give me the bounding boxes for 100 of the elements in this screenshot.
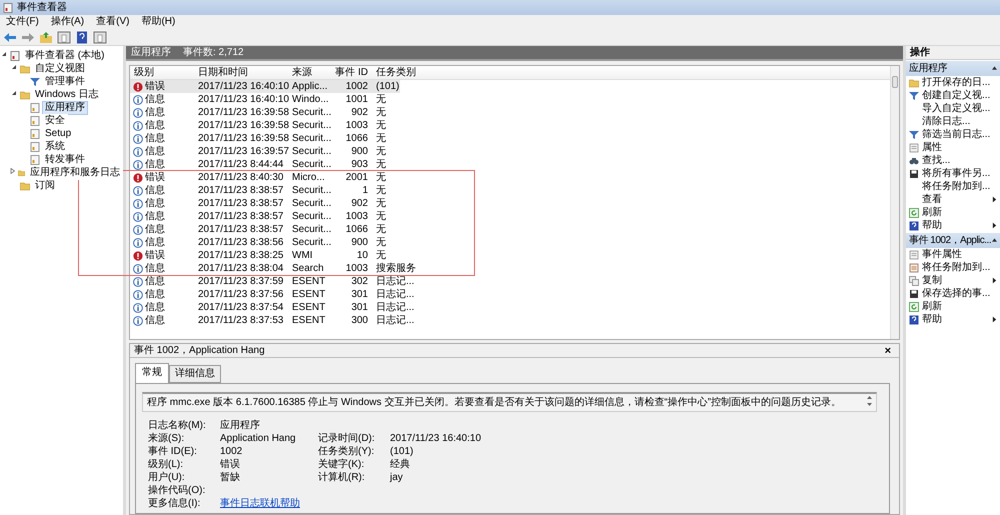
action-item[interactable]: 导入自定义视... bbox=[906, 102, 1000, 115]
event-message: 程序 mmc.exe 版本 6.1.7600.16385 停止与 Windows 交互并已关闭。若要查看是否有关于该问题的详细信息，请检查“操作中心”控制面板中的问题历史记录。 bbox=[147, 396, 841, 409]
info-icon bbox=[133, 134, 143, 144]
table-cell: 信息 bbox=[145, 158, 165, 171]
tree-item[interactable]: 转发事件 bbox=[42, 152, 88, 166]
forward-arrow-icon[interactable] bbox=[21, 30, 35, 44]
tab[interactable]: 常规 bbox=[135, 363, 169, 383]
expand-arrow-icon[interactable] bbox=[10, 168, 16, 174]
action-label: 将任务附加到... bbox=[922, 180, 992, 192]
table-cell-text: 无 bbox=[375, 106, 387, 119]
action-item[interactable]: 查看 bbox=[906, 193, 1000, 206]
field-value: 1002 bbox=[220, 446, 244, 458]
table-cell-text: 1002 bbox=[344, 80, 369, 93]
help-icon[interactable] bbox=[75, 30, 89, 44]
action-item[interactable]: 帮助 bbox=[906, 219, 1000, 232]
table-cell-text: 1 bbox=[361, 184, 369, 197]
action-item[interactable]: 刷新 bbox=[906, 300, 1000, 313]
action-item[interactable]: 复制 bbox=[906, 274, 1000, 287]
tree-item[interactable]: 应用程序和服务日志 bbox=[27, 166, 123, 180]
tree-item[interactable]: Windows 日志 bbox=[32, 88, 102, 102]
collapse-arrow-icon[interactable] bbox=[11, 90, 17, 96]
spinner-arrows-icon[interactable] bbox=[867, 396, 872, 406]
table-cell-text: 2017/11/23 8:38:56 bbox=[197, 236, 284, 249]
table-cell-text: 2017/11/23 16:39:58 bbox=[197, 119, 288, 132]
table-cell: 信息 bbox=[145, 145, 165, 158]
scrollbar[interactable] bbox=[890, 66, 899, 339]
table-cell-text: Securit... bbox=[291, 132, 332, 145]
action-item[interactable]: 创建自定义视... bbox=[906, 89, 1000, 102]
pane-title: 操作 bbox=[910, 46, 930, 58]
table-cell: 错误 bbox=[145, 249, 165, 262]
window-title: 事件查看器 bbox=[17, 2, 67, 14]
action-item[interactable]: 刷新 bbox=[906, 206, 1000, 219]
action-item[interactable]: 打开保存的日... bbox=[906, 76, 1000, 89]
table-cell-text: 日志记... bbox=[375, 275, 414, 288]
table-cell: 信息 bbox=[145, 93, 165, 106]
tree-item[interactable]: 系统 bbox=[42, 140, 68, 154]
info-icon bbox=[133, 186, 143, 196]
table-cell: 信息 bbox=[145, 236, 165, 249]
save-icon bbox=[909, 288, 919, 298]
table-cell-text: Windo... bbox=[291, 93, 330, 106]
table-cell-text: (101) bbox=[375, 80, 400, 93]
log-icon bbox=[30, 116, 40, 126]
action-label: 筛选当前日志... bbox=[922, 128, 992, 140]
table-cell-text: 10 bbox=[356, 249, 369, 262]
info-icon bbox=[133, 160, 143, 170]
column-header[interactable]: 级别 bbox=[130, 66, 194, 80]
action-item[interactable]: 查找... bbox=[906, 154, 1000, 167]
table-cell-text: Securit... bbox=[291, 119, 332, 132]
tree-item[interactable]: 管理事件 bbox=[42, 74, 88, 88]
tree-item[interactable]: 安全 bbox=[42, 114, 68, 128]
folder-icon bbox=[20, 90, 30, 100]
column-header[interactable]: 事件 ID bbox=[334, 66, 372, 80]
field-value: 暂缺 bbox=[220, 472, 241, 484]
action-label: 帮助 bbox=[922, 314, 943, 326]
action-item[interactable]: 属性 bbox=[906, 141, 1000, 154]
action-item[interactable]: 保存选择的事... bbox=[906, 287, 1000, 300]
table-cell: 信息 bbox=[145, 262, 165, 275]
table-cell-text: WMI bbox=[291, 249, 314, 262]
section-header[interactable]: 事件 1002，Applic... bbox=[906, 233, 1000, 248]
column-header[interactable]: 日期和时间 bbox=[194, 66, 288, 80]
action-item[interactable]: 将所有事件另... bbox=[906, 167, 1000, 180]
table-cell-text: 2017/11/23 8:38:25 bbox=[197, 249, 284, 262]
action-label: 查看 bbox=[922, 194, 943, 206]
action-item[interactable]: 筛选当前日志... bbox=[906, 128, 1000, 141]
help-link[interactable]: 事件日志联机帮助 bbox=[220, 498, 300, 509]
table-cell-text: 302 bbox=[350, 275, 369, 288]
action-item[interactable]: 将任务附加到... bbox=[906, 261, 1000, 274]
collapse-arrow-icon[interactable] bbox=[11, 64, 17, 70]
properties-icon bbox=[909, 250, 919, 260]
menu-item[interactable]: 操作(A) bbox=[50, 16, 84, 28]
up-folder-icon[interactable] bbox=[39, 30, 53, 44]
close-button[interactable]: × bbox=[880, 344, 895, 356]
collapse-arrow-icon[interactable] bbox=[1, 50, 7, 56]
table-cell: 信息 bbox=[145, 288, 165, 301]
column-header[interactable]: 来源 bbox=[288, 66, 334, 80]
back-arrow-icon[interactable] bbox=[3, 30, 17, 44]
table-cell-text: Micro... bbox=[291, 171, 326, 184]
action-item[interactable]: 将任务附加到... bbox=[906, 180, 1000, 193]
action-item[interactable]: 事件属性 bbox=[906, 248, 1000, 261]
field-value: Application Hang bbox=[220, 433, 297, 445]
filter-icon bbox=[909, 90, 919, 100]
menu-item[interactable]: 查看(V) bbox=[96, 16, 130, 28]
table-cell-text: Securit... bbox=[291, 223, 332, 236]
column-header[interactable]: 任务类别 bbox=[372, 66, 890, 80]
section-header[interactable]: 应用程序 bbox=[906, 61, 1000, 76]
panel-icon[interactable] bbox=[57, 30, 71, 44]
table-cell-text: Securit... bbox=[291, 106, 332, 119]
action-item[interactable]: 帮助 bbox=[906, 313, 1000, 326]
panel-icon[interactable] bbox=[93, 30, 107, 44]
tab[interactable]: 详细信息 bbox=[169, 365, 221, 383]
menu-item[interactable]: 文件(F) bbox=[6, 16, 39, 28]
tree-item[interactable]: 应用程序 bbox=[42, 100, 88, 114]
error-icon bbox=[133, 82, 143, 92]
field-label: 级别(L): bbox=[148, 459, 184, 471]
table-cell: 错误 bbox=[145, 171, 165, 184]
table-cell-text: 无 bbox=[375, 184, 387, 197]
section-title: 事件 1002，Applic... bbox=[909, 234, 992, 246]
menu-item[interactable]: 帮助(H) bbox=[141, 16, 176, 28]
action-item[interactable]: 清除日志... bbox=[906, 115, 1000, 128]
info-icon bbox=[133, 146, 143, 156]
